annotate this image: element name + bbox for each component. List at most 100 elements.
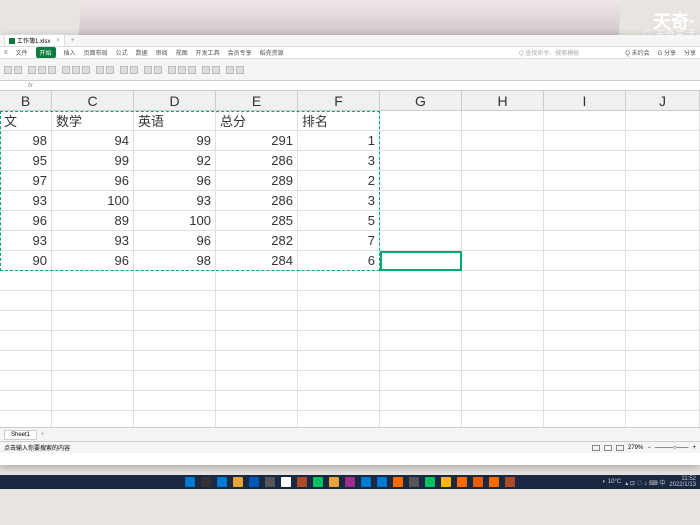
header-cell[interactable] xyxy=(462,111,544,131)
zoom-out-button[interactable]: − xyxy=(647,445,651,451)
data-cell[interactable]: 3 xyxy=(298,151,380,171)
file-tab[interactable]: 工作簿1.xlsx × xyxy=(4,34,65,47)
data-cell[interactable]: 93 xyxy=(134,191,216,211)
cond-format-icon[interactable] xyxy=(144,66,152,74)
data-cell[interactable] xyxy=(544,231,626,251)
data-cell[interactable] xyxy=(0,271,52,291)
taskbar-app-14[interactable] xyxy=(409,477,419,487)
data-cell[interactable] xyxy=(298,271,380,291)
data-cell[interactable] xyxy=(626,311,700,331)
data-cell[interactable] xyxy=(216,291,298,311)
merge-icon[interactable] xyxy=(96,66,104,74)
taskbar-app-3[interactable] xyxy=(233,477,243,487)
data-cell[interactable] xyxy=(380,331,462,351)
data-cell[interactable] xyxy=(462,371,544,391)
data-cell[interactable]: 96 xyxy=(52,251,134,271)
data-cell[interactable]: 286 xyxy=(216,151,298,171)
table-icon[interactable] xyxy=(154,66,162,74)
data-cell[interactable]: 96 xyxy=(0,211,52,231)
align-center-icon[interactable] xyxy=(72,66,80,74)
fill-icon[interactable] xyxy=(202,66,210,74)
data-cell[interactable] xyxy=(134,271,216,291)
data-cell[interactable] xyxy=(0,291,52,311)
data-cell[interactable] xyxy=(52,271,134,291)
data-cell[interactable] xyxy=(462,411,544,427)
col-header-J[interactable]: J xyxy=(626,91,700,110)
taskbar-app-15[interactable] xyxy=(425,477,435,487)
close-tab-icon[interactable]: × xyxy=(56,38,60,44)
taskbar-app-6[interactable] xyxy=(281,477,291,487)
data-cell[interactable] xyxy=(216,271,298,291)
data-cell[interactable]: 93 xyxy=(0,191,52,211)
data-cell[interactable] xyxy=(134,311,216,331)
filter-icon[interactable] xyxy=(188,66,196,74)
data-cell[interactable] xyxy=(544,151,626,171)
paste-icon[interactable] xyxy=(4,66,12,74)
header-cell[interactable]: 文 xyxy=(0,111,52,131)
bold-icon[interactable] xyxy=(38,66,46,74)
data-cell[interactable] xyxy=(462,211,544,231)
data-cell[interactable]: 289 xyxy=(216,171,298,191)
col-header-C[interactable]: C xyxy=(52,91,134,110)
sum-icon[interactable] xyxy=(168,66,176,74)
data-cell[interactable] xyxy=(134,391,216,411)
data-cell[interactable] xyxy=(380,351,462,371)
data-cell[interactable] xyxy=(626,131,700,151)
col-header-B[interactable]: B xyxy=(0,91,52,110)
data-cell[interactable] xyxy=(216,411,298,427)
data-cell[interactable]: 93 xyxy=(0,231,52,251)
sheet-tab[interactable]: Sheet1 xyxy=(4,430,37,440)
data-cell[interactable]: 92 xyxy=(134,151,216,171)
data-cell[interactable] xyxy=(544,411,626,427)
data-cell[interactable] xyxy=(134,351,216,371)
tab-insert[interactable]: 插入 xyxy=(64,48,76,57)
data-cell[interactable] xyxy=(298,311,380,331)
data-cell[interactable]: 285 xyxy=(216,211,298,231)
align-left-icon[interactable] xyxy=(62,66,70,74)
taskbar-app-2[interactable] xyxy=(217,477,227,487)
data-cell[interactable] xyxy=(544,251,626,271)
data-cell[interactable] xyxy=(462,171,544,191)
number-icon[interactable] xyxy=(120,66,128,74)
taskbar-app-0[interactable] xyxy=(185,477,195,487)
data-cell[interactable] xyxy=(462,131,544,151)
data-cell[interactable]: 282 xyxy=(216,231,298,251)
data-cell[interactable]: 100 xyxy=(52,191,134,211)
data-cell[interactable]: 99 xyxy=(134,131,216,151)
data-cell[interactable] xyxy=(380,131,462,151)
data-cell[interactable] xyxy=(134,411,216,427)
data-cell[interactable] xyxy=(0,391,52,411)
col-header-D[interactable]: D xyxy=(134,91,216,110)
data-cell[interactable] xyxy=(544,271,626,291)
data-cell[interactable]: 6 xyxy=(298,251,380,271)
data-cell[interactable] xyxy=(544,371,626,391)
ribbon-right-1[interactable]: G 分享 xyxy=(658,48,676,57)
data-cell[interactable] xyxy=(462,271,544,291)
data-cell[interactable] xyxy=(626,351,700,371)
data-cell[interactable]: 7 xyxy=(298,231,380,251)
col-header-F[interactable]: F xyxy=(298,91,380,110)
freeze-icon[interactable] xyxy=(226,66,234,74)
tray-icons[interactable]: ▴ ⊡ ☁ ♪ ⌨ 中 xyxy=(625,478,665,487)
data-cell[interactable]: 96 xyxy=(134,231,216,251)
data-cell[interactable] xyxy=(298,331,380,351)
data-cell[interactable] xyxy=(462,391,544,411)
data-cell[interactable] xyxy=(380,251,462,271)
data-cell[interactable] xyxy=(0,411,52,427)
data-cell[interactable] xyxy=(462,251,544,271)
data-cell[interactable] xyxy=(544,331,626,351)
data-cell[interactable]: 100 xyxy=(134,211,216,231)
data-cell[interactable]: 1 xyxy=(298,131,380,151)
data-cell[interactable] xyxy=(298,391,380,411)
zoom-slider[interactable]: ———○—— xyxy=(655,445,689,451)
data-cell[interactable] xyxy=(134,371,216,391)
taskbar-app-13[interactable] xyxy=(393,477,403,487)
view-page-icon[interactable] xyxy=(604,445,612,451)
zoom-level[interactable]: 279% xyxy=(628,445,643,451)
data-cell[interactable] xyxy=(380,191,462,211)
data-cell[interactable]: 89 xyxy=(52,211,134,231)
data-cell[interactable] xyxy=(134,331,216,351)
data-cell[interactable]: 97 xyxy=(0,171,52,191)
taskbar-app-16[interactable] xyxy=(441,477,451,487)
data-cell[interactable] xyxy=(626,271,700,291)
